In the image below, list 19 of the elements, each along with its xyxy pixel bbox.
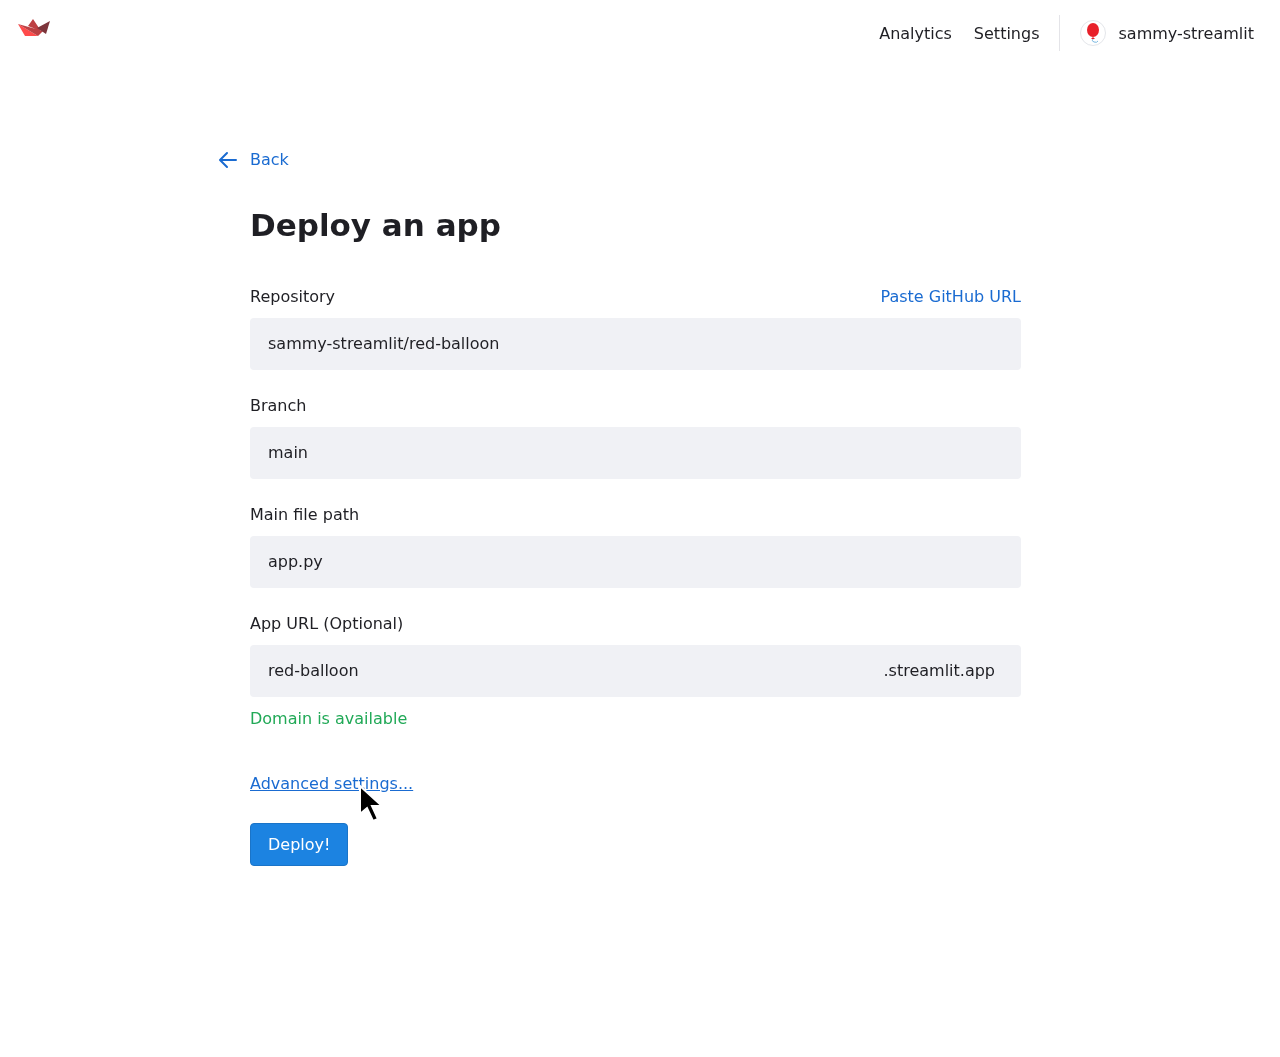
arrow-left-icon [218, 150, 238, 169]
text-input[interactable]: app.py [250, 535, 1021, 588]
back-link[interactable]: Back [218, 150, 289, 169]
nav-link[interactable]: Analytics [879, 23, 952, 43]
field-label: Repository [250, 286, 336, 306]
nav-link[interactable]: Settings [973, 23, 1040, 43]
text-input[interactable]: sammy-streamlit/red-balloon [250, 317, 1021, 370]
field-label: Main file path [250, 504, 360, 524]
field-label: App URL (Optional) [250, 613, 404, 633]
text-input[interactable]: red-balloon .streamlit.app [250, 644, 1021, 697]
username[interactable]: sammy-streamlit [1118, 23, 1254, 43]
deploy-button[interactable]: Deploy! [250, 822, 349, 866]
advanced-settings-link[interactable]: Advanced settings... [250, 773, 414, 793]
status-message: Domain is available [250, 708, 409, 728]
field-label: Branch [250, 395, 307, 415]
page-title: Deploy an app [250, 206, 502, 243]
paste-url-link[interactable]: Paste GitHub URL [880, 286, 1021, 306]
crown-logo-icon[interactable] [18, 19, 50, 37]
text-input[interactable]: main [250, 426, 1021, 479]
